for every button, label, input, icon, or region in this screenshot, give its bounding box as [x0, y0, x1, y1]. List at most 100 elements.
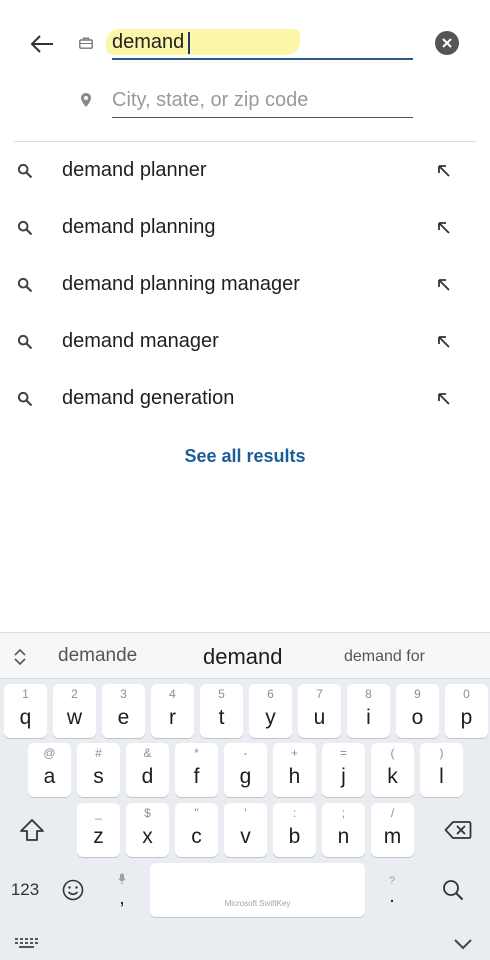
- key-char: t: [218, 706, 225, 729]
- header-divider: [14, 141, 476, 142]
- key-q[interactable]: 1q: [4, 684, 47, 738]
- key-hint: &: [143, 746, 152, 760]
- key-hint: :: [292, 806, 297, 820]
- suggestion-label: demand planning: [62, 216, 216, 238]
- key-char: p: [460, 706, 473, 729]
- key-hint: ): [439, 746, 444, 760]
- key-m[interactable]: / m: [371, 803, 414, 857]
- key-i[interactable]: 8i: [347, 684, 390, 738]
- suggestion-item[interactable]: demand manager: [0, 314, 490, 371]
- key-z[interactable]: _ z: [77, 803, 120, 857]
- key-w[interactable]: 2w: [53, 684, 96, 738]
- suggestion-item[interactable]: demand planning manager: [0, 257, 490, 314]
- key-hint: /: [390, 806, 395, 820]
- fill-query-arrow-icon[interactable]: [436, 334, 452, 350]
- search-icon: [17, 334, 33, 350]
- key-v[interactable]: ' v: [224, 803, 267, 857]
- key-char: f: [193, 765, 200, 788]
- keyboard-grid-icon[interactable]: [15, 938, 39, 950]
- clear-icon[interactable]: [435, 31, 459, 55]
- comma-key[interactable]: ,: [100, 863, 144, 917]
- search-icon: [17, 391, 33, 407]
- keyword-input[interactable]: [112, 26, 413, 58]
- suggestion-item[interactable]: demand planner: [0, 143, 490, 200]
- suggestion-label: demand planning manager: [62, 273, 300, 295]
- search-icon: [443, 880, 464, 901]
- search-key[interactable]: [430, 863, 476, 917]
- suggestion-item[interactable]: demand generation: [0, 371, 490, 428]
- key-s[interactable]: # s: [77, 743, 120, 797]
- key-r[interactable]: 4r: [151, 684, 194, 738]
- key-c[interactable]: " c: [175, 803, 218, 857]
- key-b[interactable]: :b: [273, 803, 316, 857]
- key-char: d: [141, 765, 154, 788]
- prediction-bar: demande demand demand for: [0, 632, 490, 679]
- keyword-field[interactable]: [106, 26, 413, 60]
- key-hint: ': [244, 806, 247, 820]
- period-key[interactable]: ? .: [370, 863, 414, 917]
- fill-query-arrow-icon[interactable]: [436, 220, 452, 236]
- key-char: r: [169, 706, 176, 729]
- key-char: y: [265, 706, 276, 729]
- numbers-key[interactable]: 123: [4, 863, 46, 917]
- key-g[interactable]: -g: [224, 743, 267, 797]
- key-hint: +: [290, 746, 298, 760]
- chevron-down-icon[interactable]: [453, 938, 473, 950]
- text-caret: [188, 32, 190, 54]
- key-hint: 9: [414, 687, 421, 701]
- key-u[interactable]: 7u: [298, 684, 341, 738]
- suggestion-item[interactable]: demand planning: [0, 200, 490, 257]
- key-e[interactable]: 3e: [102, 684, 145, 738]
- key-char: w: [66, 706, 83, 729]
- see-all-results-link[interactable]: See all results: [0, 446, 490, 467]
- fill-query-arrow-icon[interactable]: [436, 163, 452, 179]
- shift-key[interactable]: [10, 803, 54, 857]
- key-t[interactable]: 5t: [200, 684, 243, 738]
- key-char: u: [313, 706, 326, 729]
- key-f[interactable]: * f: [175, 743, 218, 797]
- prediction-center[interactable]: demand: [203, 644, 283, 670]
- location-field[interactable]: [112, 84, 413, 118]
- shift-icon: [20, 819, 44, 841]
- on-screen-keyboard: demande demand demand for 1q 2w 3e 4r 5t…: [0, 632, 490, 960]
- key-char: a: [43, 765, 56, 788]
- backspace-icon: [444, 821, 472, 839]
- expand-collapse-icon[interactable]: [11, 647, 29, 667]
- space-bar[interactable]: Microsoft SwiftKey: [150, 863, 365, 917]
- key-p[interactable]: 0p: [445, 684, 488, 738]
- location-input[interactable]: [112, 84, 413, 116]
- period-char: .: [389, 885, 395, 907]
- key-char: j: [341, 765, 346, 788]
- key-j[interactable]: = j: [322, 743, 365, 797]
- prediction-left[interactable]: demande: [58, 645, 137, 667]
- back-arrow-icon[interactable]: [28, 30, 56, 58]
- suggestion-label: demand manager: [62, 330, 219, 352]
- key-hint: _: [95, 806, 102, 820]
- key-a[interactable]: @ a: [28, 743, 71, 797]
- key-l[interactable]: ) l: [420, 743, 463, 797]
- suggestion-label: demand generation: [62, 387, 235, 409]
- key-n[interactable]: ; n: [322, 803, 365, 857]
- key-k[interactable]: (k: [371, 743, 414, 797]
- emoji-icon: [62, 879, 84, 901]
- key-char: h: [288, 765, 301, 788]
- key-hint: 6: [267, 687, 274, 701]
- key-x[interactable]: $ x: [126, 803, 169, 857]
- key-d[interactable]: & d: [126, 743, 169, 797]
- search-icon: [17, 277, 33, 293]
- key-h[interactable]: + h: [273, 743, 316, 797]
- key-hint: @: [43, 746, 56, 760]
- search-header: [0, 0, 490, 142]
- key-y[interactable]: 6y: [249, 684, 292, 738]
- key-o[interactable]: 9o: [396, 684, 439, 738]
- key-hint: -: [243, 746, 248, 760]
- emoji-key[interactable]: [52, 863, 94, 917]
- fill-query-arrow-icon[interactable]: [436, 391, 452, 407]
- key-hint: ;: [341, 806, 346, 820]
- comma-char: ,: [119, 887, 125, 909]
- keyboard-brand-label: Microsoft SwiftKey: [224, 899, 291, 908]
- key-char: g: [239, 765, 252, 788]
- fill-query-arrow-icon[interactable]: [436, 277, 452, 293]
- prediction-right[interactable]: demand for: [344, 648, 425, 666]
- backspace-key[interactable]: [434, 803, 482, 857]
